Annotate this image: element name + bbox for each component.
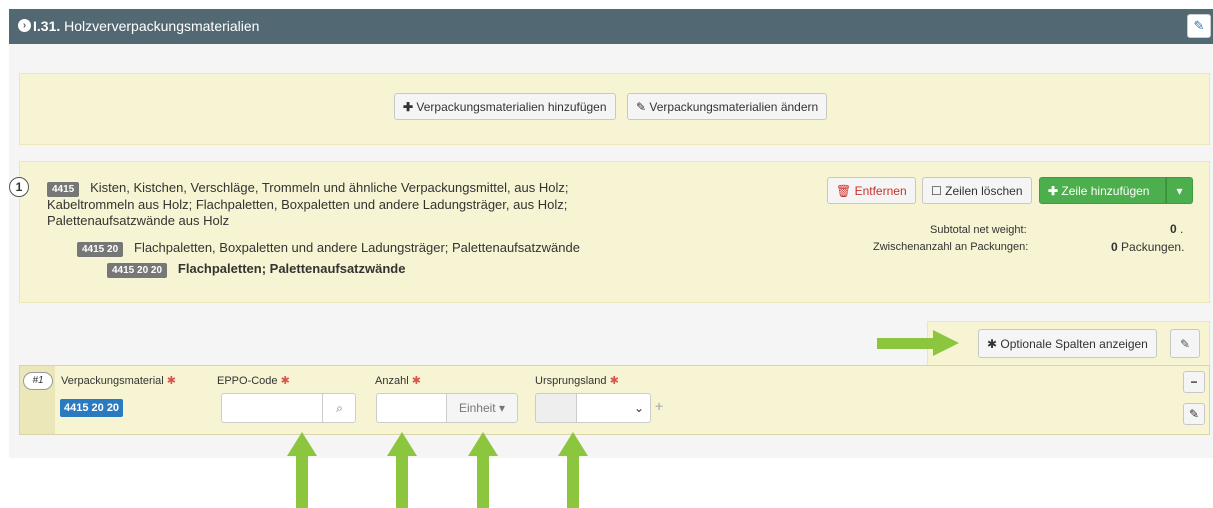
pencil-icon: ✎ bbox=[636, 100, 647, 114]
edit-row-button[interactable]: ✎ bbox=[1183, 403, 1205, 425]
caret-down-icon: ▾ bbox=[499, 401, 506, 415]
item-number: 1 bbox=[9, 177, 29, 197]
annotation-arrow-right bbox=[877, 330, 959, 356]
level3-description: 4415 20 20 Flachpaletten; Palettenaufsat… bbox=[107, 261, 405, 278]
eppo-column-label: EPPO-Code bbox=[217, 375, 278, 387]
level2-text: Flachpaletten, Boxpaletten und andere La… bbox=[134, 240, 580, 255]
level1-text-line3: Palettenaufsatzwände aus Holz bbox=[47, 213, 230, 228]
required-icon: ✱ bbox=[166, 375, 177, 387]
annotation-arrow-up-origin bbox=[558, 432, 588, 508]
chevron-circle-icon[interactable]: › bbox=[18, 19, 31, 32]
required-icon: ✱ bbox=[411, 375, 421, 387]
plus-icon: ✚ bbox=[403, 100, 414, 114]
optional-columns-label: Optionale Spalten anzeigen bbox=[1000, 337, 1148, 351]
search-icon[interactable]: ⌕ bbox=[322, 394, 356, 422]
packages-number: 0 bbox=[1111, 240, 1118, 254]
origin-column-header: Ursprungsland ✱ bbox=[535, 374, 619, 387]
material-value-badge: 4415 20 20 bbox=[60, 399, 124, 417]
change-packaging-label: Verpackungsmaterialien ändern bbox=[649, 100, 819, 114]
count-column-header: Anzahl ✱ bbox=[375, 374, 421, 387]
material-column-label: Verpackungsmaterial bbox=[61, 375, 164, 387]
count-input[interactable] bbox=[376, 393, 447, 423]
plus-icon: ✚ bbox=[1048, 184, 1059, 198]
optional-columns-button[interactable]: ✱ Optionale Spalten anzeigen bbox=[978, 329, 1157, 358]
asterisk-icon: ✱ bbox=[987, 337, 998, 351]
required-icon: ✱ bbox=[280, 375, 290, 387]
subtotal-number: 0 bbox=[1170, 222, 1177, 236]
packages-label: Zwischenanzahl an Packungen: bbox=[873, 241, 1029, 253]
level1-code-badge: 4415 bbox=[47, 182, 80, 197]
data-row-panel: #1 Verpackungsmaterial ✱ 4415 20 20 EPPO… bbox=[19, 365, 1210, 435]
required-icon: ✱ bbox=[609, 375, 619, 387]
edit-columns-button[interactable]: ✎ bbox=[1170, 329, 1200, 358]
row-number-badge: #1 bbox=[23, 372, 53, 390]
count-column-label: Anzahl bbox=[375, 375, 409, 387]
pencil-icon: ✎ bbox=[1188, 407, 1200, 421]
level3-code-badge: 4415 20 20 bbox=[107, 263, 168, 278]
material-column-header: Verpackungsmaterial ✱ bbox=[61, 374, 176, 387]
remove-button[interactable]: 🗑 Entfernen bbox=[827, 177, 916, 204]
collapse-row-button[interactable]: − bbox=[1183, 371, 1205, 393]
level3-text: Flachpaletten; Palettenaufsatzwände bbox=[177, 261, 406, 276]
add-packaging-button[interactable]: ✚ Verpackungsmaterialien hinzufügen bbox=[394, 93, 616, 120]
packages-unit: Packungen. bbox=[1121, 240, 1185, 254]
clear-rows-label: Zeilen löschen bbox=[945, 184, 1023, 198]
subtotal-suffix: . bbox=[1180, 222, 1184, 236]
origin-flag-field bbox=[535, 393, 577, 423]
clear-rows-button[interactable]: ☐ Zeilen löschen bbox=[922, 177, 1032, 204]
add-row-dropdown-button[interactable]: ▾ bbox=[1166, 177, 1193, 204]
section-title: I.31. Holzververpackungsmaterialien bbox=[33, 18, 259, 34]
annotation-arrow-up-unit bbox=[468, 432, 498, 508]
packages-value: 0 Packungen. bbox=[1111, 240, 1184, 254]
plus-icon[interactable]: + bbox=[655, 398, 663, 414]
subtotal-value: 0 . bbox=[1170, 222, 1183, 236]
optional-columns-panel: ✱ Optionale Spalten anzeigen ✎ bbox=[927, 321, 1210, 367]
caret-down-icon: ▾ bbox=[1176, 184, 1183, 198]
level2-code-badge: 4415 20 bbox=[77, 242, 124, 257]
toolbar-panel: ✚ Verpackungsmaterialien hinzufügen ✎ Ve… bbox=[19, 73, 1210, 145]
section-title-text: Holzververpackungsmaterialien bbox=[64, 18, 260, 34]
level2-description: 4415 20 Flachpaletten, Boxpaletten und a… bbox=[77, 240, 580, 257]
annotation-arrow-up-eppo bbox=[287, 432, 317, 508]
section-code: I.31. bbox=[33, 18, 61, 34]
subtotal-label: Subtotal net weight: bbox=[930, 224, 1027, 236]
add-row-label: Zeile hinzufügen bbox=[1061, 184, 1150, 198]
level1-text-line2: Kabeltrommeln aus Holz; Flachpaletten, B… bbox=[47, 197, 568, 212]
eppo-column-header: EPPO-Code ✱ bbox=[217, 374, 290, 387]
edit-icon[interactable]: ✎ bbox=[1187, 14, 1211, 38]
checkbox-icon: ☐ bbox=[931, 184, 942, 198]
add-row-button[interactable]: ✚ Zeile hinzufügen bbox=[1039, 177, 1166, 204]
remove-label: Entfernen bbox=[854, 184, 907, 198]
eppo-search-input[interactable]: ⌕ bbox=[221, 393, 356, 423]
origin-select[interactable]: ⌄ bbox=[576, 393, 651, 423]
edit-icon: ✎ bbox=[1179, 337, 1191, 351]
level1-description: 4415 Kisten, Kistchen, Verschläge, Tromm… bbox=[47, 180, 568, 229]
unit-label: Einheit bbox=[458, 401, 496, 415]
annotation-arrow-up-count bbox=[387, 432, 417, 508]
trash-icon: 🗑 bbox=[836, 184, 852, 198]
level1-text-line1: Kisten, Kistchen, Verschläge, Trommeln u… bbox=[90, 180, 569, 195]
change-packaging-button[interactable]: ✎ Verpackungsmaterialien ändern bbox=[627, 93, 828, 120]
unit-dropdown[interactable]: Einheit ▾ bbox=[446, 393, 518, 423]
minus-icon: − bbox=[1190, 375, 1198, 389]
add-packaging-label: Verpackungsmaterialien hinzufügen bbox=[416, 100, 607, 114]
origin-column-label: Ursprungsland bbox=[535, 375, 607, 387]
section-header: › I.31. Holzververpackungsmaterialien ✎ bbox=[9, 9, 1213, 44]
chevron-down-icon: ⌄ bbox=[633, 401, 644, 415]
